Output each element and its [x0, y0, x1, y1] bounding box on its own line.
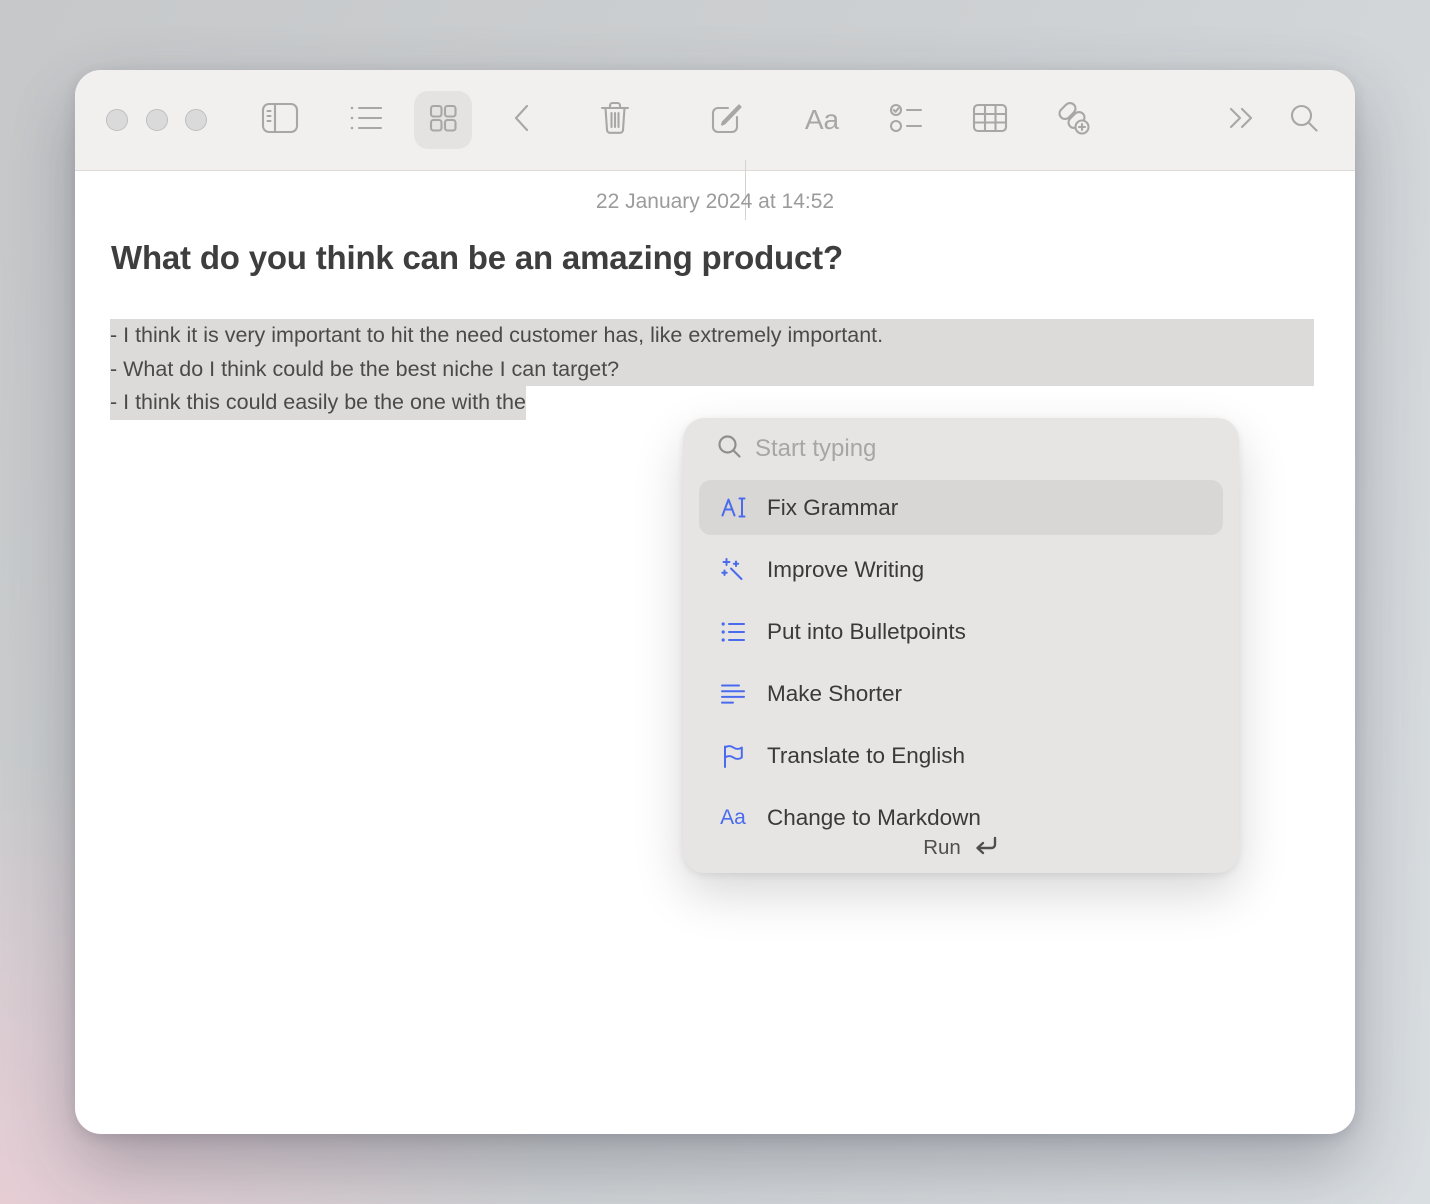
- command-item-label: Put into Bulletpoints: [767, 619, 966, 645]
- zoom-button[interactable]: [185, 109, 207, 131]
- search-icon: [717, 434, 742, 464]
- ai-command-popup: Fix Grammar Improve Writing: [683, 418, 1239, 873]
- command-item-change-to-markdown[interactable]: Aa Change to Markdown: [699, 790, 1223, 832]
- trash-icon: [598, 99, 632, 142]
- compose-button[interactable]: [705, 98, 749, 142]
- window-controls: [106, 109, 207, 131]
- command-list: Fix Grammar Improve Writing: [683, 480, 1239, 832]
- grid-icon: [426, 101, 460, 140]
- toolbar: Aa: [75, 70, 1355, 171]
- command-item-label: Make Shorter: [767, 681, 902, 707]
- close-button[interactable]: [106, 109, 128, 131]
- note-line-selected[interactable]: - I think it is very important to hit th…: [110, 319, 1314, 353]
- bullet-list-icon: [719, 619, 747, 645]
- magic-wand-icon: [719, 557, 747, 583]
- command-item-label: Change to Markdown: [767, 805, 981, 831]
- command-search[interactable]: [683, 418, 1239, 480]
- command-search-input[interactable]: [755, 435, 1239, 463]
- command-item-label: Fix Grammar: [767, 495, 898, 521]
- note-date: 22 January 2024 at 14:52: [75, 190, 1355, 214]
- grid-view-button[interactable]: [414, 91, 472, 149]
- command-item-put-into-bulletpoints[interactable]: Put into Bulletpoints: [699, 604, 1223, 659]
- flag-icon: [719, 743, 747, 769]
- note-line-selected[interactable]: - What do I think could be the best nich…: [110, 353, 1314, 387]
- toggle-sidebar-button[interactable]: [258, 98, 302, 142]
- run-label: Run: [923, 836, 961, 860]
- note-line-selected[interactable]: - I think this could easily be the one w…: [110, 386, 526, 420]
- add-link-button[interactable]: [1051, 98, 1095, 142]
- search-button[interactable]: [1282, 98, 1326, 142]
- more-tools-button[interactable]: [1221, 98, 1265, 142]
- compose-icon: [709, 100, 745, 141]
- command-item-label: Translate to English: [767, 743, 965, 769]
- search-icon: [1288, 102, 1320, 139]
- desktop-background: Aa: [0, 0, 1430, 1204]
- command-item-translate-to-english[interactable]: Translate to English: [699, 728, 1223, 783]
- double-chevron-icon: [1227, 105, 1259, 136]
- minimize-button[interactable]: [146, 109, 168, 131]
- command-item-improve-writing[interactable]: Improve Writing: [699, 542, 1223, 597]
- sidebar-icon: [261, 101, 299, 140]
- short-lines-icon: [719, 681, 747, 707]
- checklist-icon: [889, 102, 925, 139]
- link-add-icon: [1054, 99, 1092, 142]
- table-button[interactable]: [968, 98, 1012, 142]
- letter-case-icon: Aa: [719, 805, 747, 831]
- back-button[interactable]: [500, 98, 544, 142]
- run-action[interactable]: Run: [683, 830, 1239, 866]
- note-title[interactable]: What do you think can be an amazing prod…: [111, 236, 1311, 280]
- checklist-button[interactable]: [885, 98, 929, 142]
- list-icon: [348, 103, 384, 138]
- table-icon: [971, 102, 1009, 139]
- return-key-icon: [972, 835, 999, 862]
- list-view-button[interactable]: [344, 98, 388, 142]
- chevron-left-icon: [511, 103, 533, 138]
- text-format-icon: Aa: [805, 104, 839, 136]
- command-item-label: Improve Writing: [767, 557, 924, 583]
- note-body[interactable]: - I think it is very important to hit th…: [110, 319, 1314, 420]
- text-cursor-icon: [719, 495, 747, 521]
- text-format-button[interactable]: Aa: [800, 98, 844, 142]
- command-item-fix-grammar[interactable]: Fix Grammar: [699, 480, 1223, 535]
- trash-button[interactable]: [593, 98, 637, 142]
- command-item-make-shorter[interactable]: Make Shorter: [699, 666, 1223, 721]
